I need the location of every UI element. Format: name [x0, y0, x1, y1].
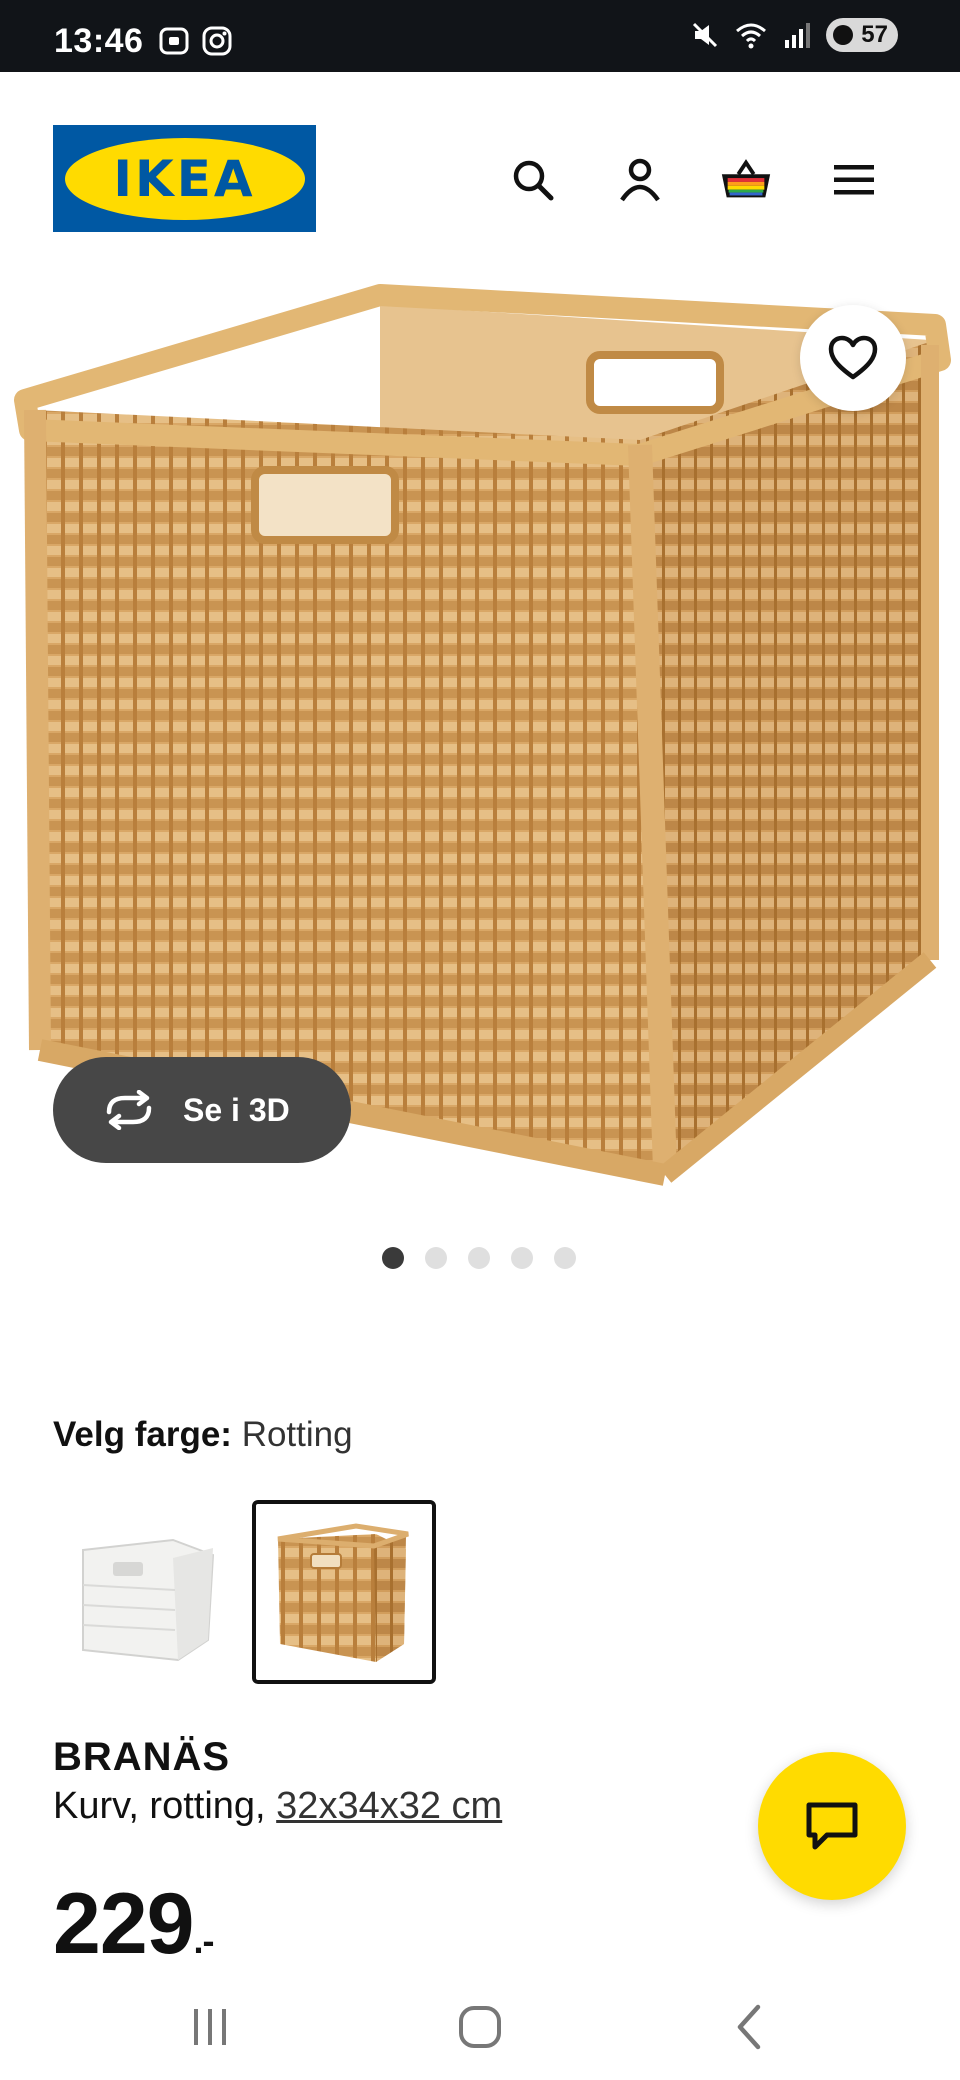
- status-time: 13:46: [54, 22, 144, 60]
- gallery-dot[interactable]: [554, 1247, 576, 1269]
- system-nav-bar: [0, 1975, 960, 2080]
- price-amount: 229: [53, 1876, 194, 1972]
- home-button[interactable]: [450, 1997, 510, 2057]
- product-dimensions-link[interactable]: 32x34x32 cm: [276, 1785, 502, 1827]
- product-type: Kurv, rotting,: [53, 1785, 277, 1827]
- product-name: BRANÄS: [53, 1735, 231, 1779]
- price-suffix: .-: [193, 1920, 215, 1961]
- view-3d-label: Se i 3D: [183, 1091, 290, 1128]
- gallery-pagination: [382, 1247, 576, 1269]
- gallery-dot[interactable]: [468, 1247, 490, 1269]
- basket-icon: [721, 159, 771, 198]
- product-price: 229.-: [53, 1875, 215, 1974]
- basket-button[interactable]: [718, 152, 774, 208]
- gallery-dot[interactable]: [425, 1247, 447, 1269]
- product-gallery[interactable]: Se i 3D: [0, 260, 960, 1269]
- back-button[interactable]: [720, 1997, 780, 2057]
- heart-icon: [828, 335, 878, 380]
- search-icon: [513, 160, 554, 201]
- chat-icon: [806, 1802, 858, 1850]
- status-bar: 13:46 57: [0, 0, 960, 72]
- battery-indicator: 57: [826, 18, 898, 52]
- white-basket-thumbnail: [82, 1538, 215, 1662]
- gallery-dot[interactable]: [511, 1247, 533, 1269]
- swatch-rattan[interactable]: [252, 1500, 436, 1684]
- swatch-white[interactable]: [53, 1500, 237, 1684]
- view-3d-button[interactable]: Se i 3D: [53, 1057, 351, 1163]
- signal-icon: [785, 23, 810, 48]
- instagram-icon: [202, 26, 232, 56]
- site-header: IKEA: [0, 72, 960, 232]
- menu-button[interactable]: [826, 152, 882, 208]
- account-button[interactable]: [612, 152, 668, 208]
- color-selector-label: Velg farge: Rotting: [53, 1415, 353, 1455]
- wifi-icon: [736, 23, 766, 49]
- mute-icon: [692, 22, 718, 48]
- rattan-basket-thumbnail: [277, 1523, 409, 1662]
- color-value: Rotting: [241, 1415, 353, 1454]
- menu-icon: [834, 165, 874, 195]
- recent-apps-icon: [194, 2009, 226, 2045]
- battery-saver-icon: [833, 25, 853, 45]
- home-icon: [459, 2006, 501, 2048]
- favorite-button[interactable]: [800, 305, 906, 411]
- back-icon: [737, 2004, 761, 2050]
- battery-level: 57: [861, 21, 888, 48]
- screenshot-icon: [159, 27, 189, 55]
- account-icon: [620, 158, 660, 202]
- ikea-logo[interactable]: IKEA: [53, 125, 316, 232]
- logo-text: IKEA: [113, 149, 256, 208]
- logo-oval: IKEA: [64, 137, 305, 220]
- color-label: Velg farge:: [53, 1415, 232, 1454]
- gallery-dot[interactable]: [382, 1247, 404, 1269]
- product-description: Kurv, rotting, 32x34x32 cm: [53, 1785, 502, 1828]
- chat-button[interactable]: [758, 1752, 906, 1900]
- search-button[interactable]: [505, 152, 561, 208]
- recent-apps-button[interactable]: [180, 1997, 240, 2057]
- rotate-3d-icon: [106, 1090, 152, 1130]
